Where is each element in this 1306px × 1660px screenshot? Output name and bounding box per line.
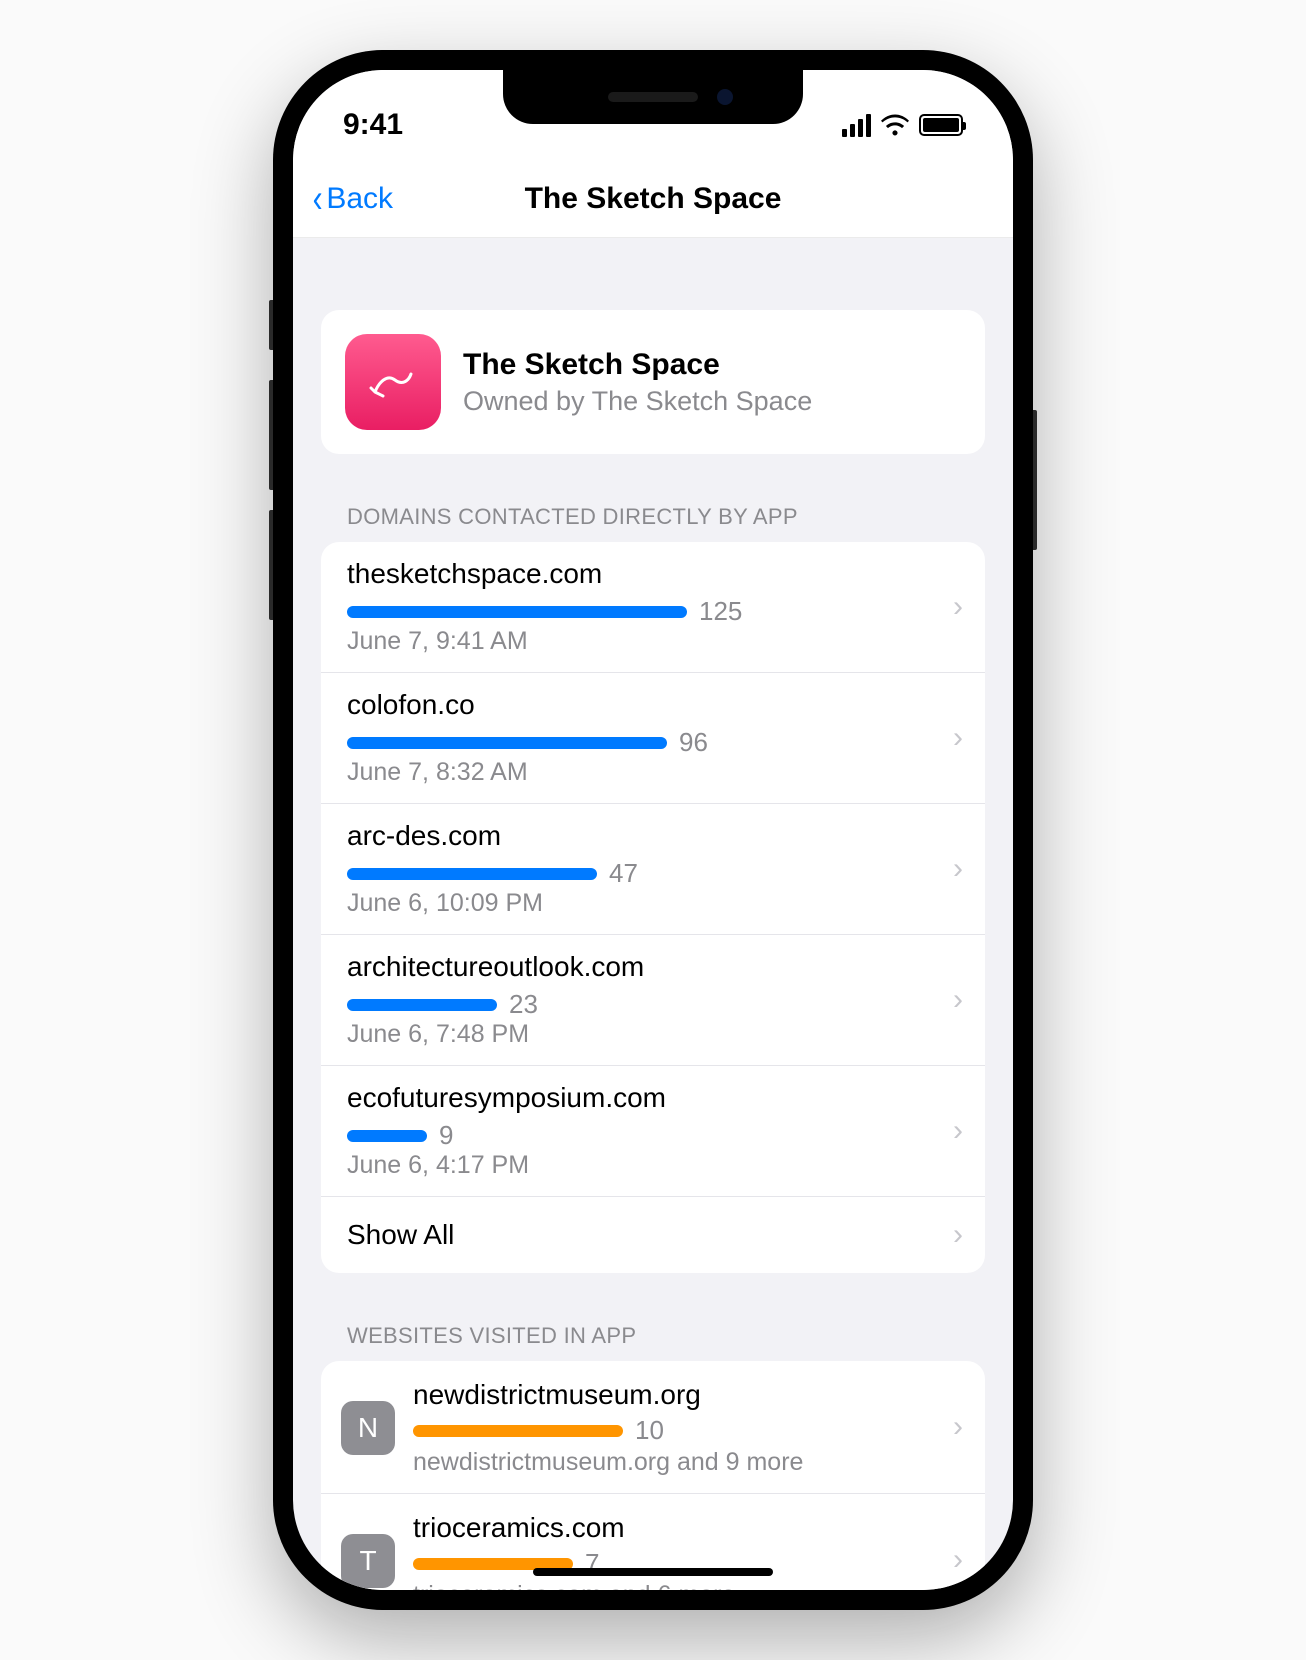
- section-header-domains: DOMAINS CONTACTED DIRECTLY BY APP: [347, 504, 985, 530]
- domain-row[interactable]: colofon.co 96 June 7, 8:32 AM ›: [321, 673, 985, 804]
- websites-list: N newdistrictmuseum.org 10 newdistrictmu…: [321, 1361, 985, 1590]
- back-button[interactable]: ‹ Back: [311, 179, 393, 219]
- phone-device-frame: 9:41 ‹ Back The Sketch Space: [273, 50, 1033, 1610]
- domain-date: June 7, 8:32 AM: [347, 758, 959, 787]
- domains-list: thesketchspace.com 125 June 7, 9:41 AM ›…: [321, 542, 985, 1273]
- website-favicon: T: [341, 1534, 395, 1588]
- domain-count: 9: [439, 1120, 453, 1151]
- home-indicator[interactable]: [533, 1568, 773, 1576]
- page-title: The Sketch Space: [525, 182, 782, 216]
- domain-date: June 7, 9:41 AM: [347, 627, 959, 656]
- domain-date: June 6, 7:48 PM: [347, 1020, 959, 1049]
- usage-bar: [413, 1425, 623, 1437]
- website-name: newdistrictmuseum.org: [413, 1379, 959, 1411]
- domain-date: June 6, 10:09 PM: [347, 889, 959, 918]
- domain-name: ecofuturesymposium.com: [347, 1082, 959, 1114]
- usage-bar: [347, 737, 667, 749]
- domain-count: 96: [679, 727, 708, 758]
- domain-row[interactable]: thesketchspace.com 125 June 7, 9:41 AM ›: [321, 542, 985, 673]
- chevron-right-icon: ›: [953, 1543, 963, 1577]
- domain-row[interactable]: architectureoutlook.com 23 June 6, 7:48 …: [321, 935, 985, 1066]
- app-icon: [345, 334, 441, 430]
- chevron-right-icon: ›: [953, 983, 963, 1017]
- domain-count: 23: [509, 989, 538, 1020]
- chevron-right-icon: ›: [953, 1114, 963, 1148]
- show-all-label: Show All: [347, 1219, 454, 1250]
- domain-row[interactable]: ecofuturesymposium.com 9 June 6, 4:17 PM…: [321, 1066, 985, 1197]
- sketch-logo-icon: [365, 354, 421, 410]
- navigation-bar: ‹ Back The Sketch Space: [293, 160, 1013, 238]
- domain-name: thesketchspace.com: [347, 558, 959, 590]
- usage-bar: [347, 606, 687, 618]
- screen: 9:41 ‹ Back The Sketch Space: [293, 70, 1013, 1590]
- website-row[interactable]: N newdistrictmuseum.org 10 newdistrictmu…: [321, 1361, 985, 1493]
- app-header-card: The Sketch Space Owned by The Sketch Spa…: [321, 310, 985, 454]
- domain-name: architectureoutlook.com: [347, 951, 959, 983]
- content-scroll[interactable]: The Sketch Space Owned by The Sketch Spa…: [293, 238, 1013, 1590]
- usage-bar: [347, 868, 597, 880]
- status-icons: [842, 114, 963, 137]
- chevron-left-icon: ‹: [313, 179, 323, 219]
- website-subtitle: newdistrictmuseum.org and 9 more: [413, 1448, 959, 1477]
- app-name: The Sketch Space: [463, 348, 812, 382]
- domain-name: arc-des.com: [347, 820, 959, 852]
- domain-date: June 6, 4:17 PM: [347, 1151, 959, 1180]
- back-label: Back: [326, 182, 393, 216]
- cell-signal-icon: [842, 114, 871, 137]
- battery-icon: [919, 114, 963, 136]
- notch: [503, 70, 803, 124]
- website-subtitle: trioceramics.com and 6 more: [413, 1581, 959, 1590]
- website-favicon: N: [341, 1401, 395, 1455]
- domain-row[interactable]: arc-des.com 47 June 6, 10:09 PM ›: [321, 804, 985, 935]
- wifi-icon: [881, 114, 909, 136]
- show-all-button[interactable]: Show All ›: [321, 1197, 985, 1273]
- chevron-right-icon: ›: [953, 721, 963, 755]
- chevron-right-icon: ›: [953, 1410, 963, 1444]
- usage-bar: [347, 999, 497, 1011]
- app-owner: Owned by The Sketch Space: [463, 386, 812, 417]
- chevron-right-icon: ›: [953, 590, 963, 624]
- section-header-websites: WEBSITES VISITED IN APP: [347, 1323, 985, 1349]
- status-time: 9:41: [343, 108, 403, 142]
- domain-count: 47: [609, 858, 638, 889]
- chevron-right-icon: ›: [953, 852, 963, 886]
- domain-name: colofon.co: [347, 689, 959, 721]
- usage-bar: [347, 1130, 427, 1142]
- chevron-right-icon: ›: [953, 1218, 963, 1252]
- website-count: 10: [635, 1415, 664, 1446]
- domain-count: 125: [699, 596, 742, 627]
- website-name: trioceramics.com: [413, 1512, 959, 1544]
